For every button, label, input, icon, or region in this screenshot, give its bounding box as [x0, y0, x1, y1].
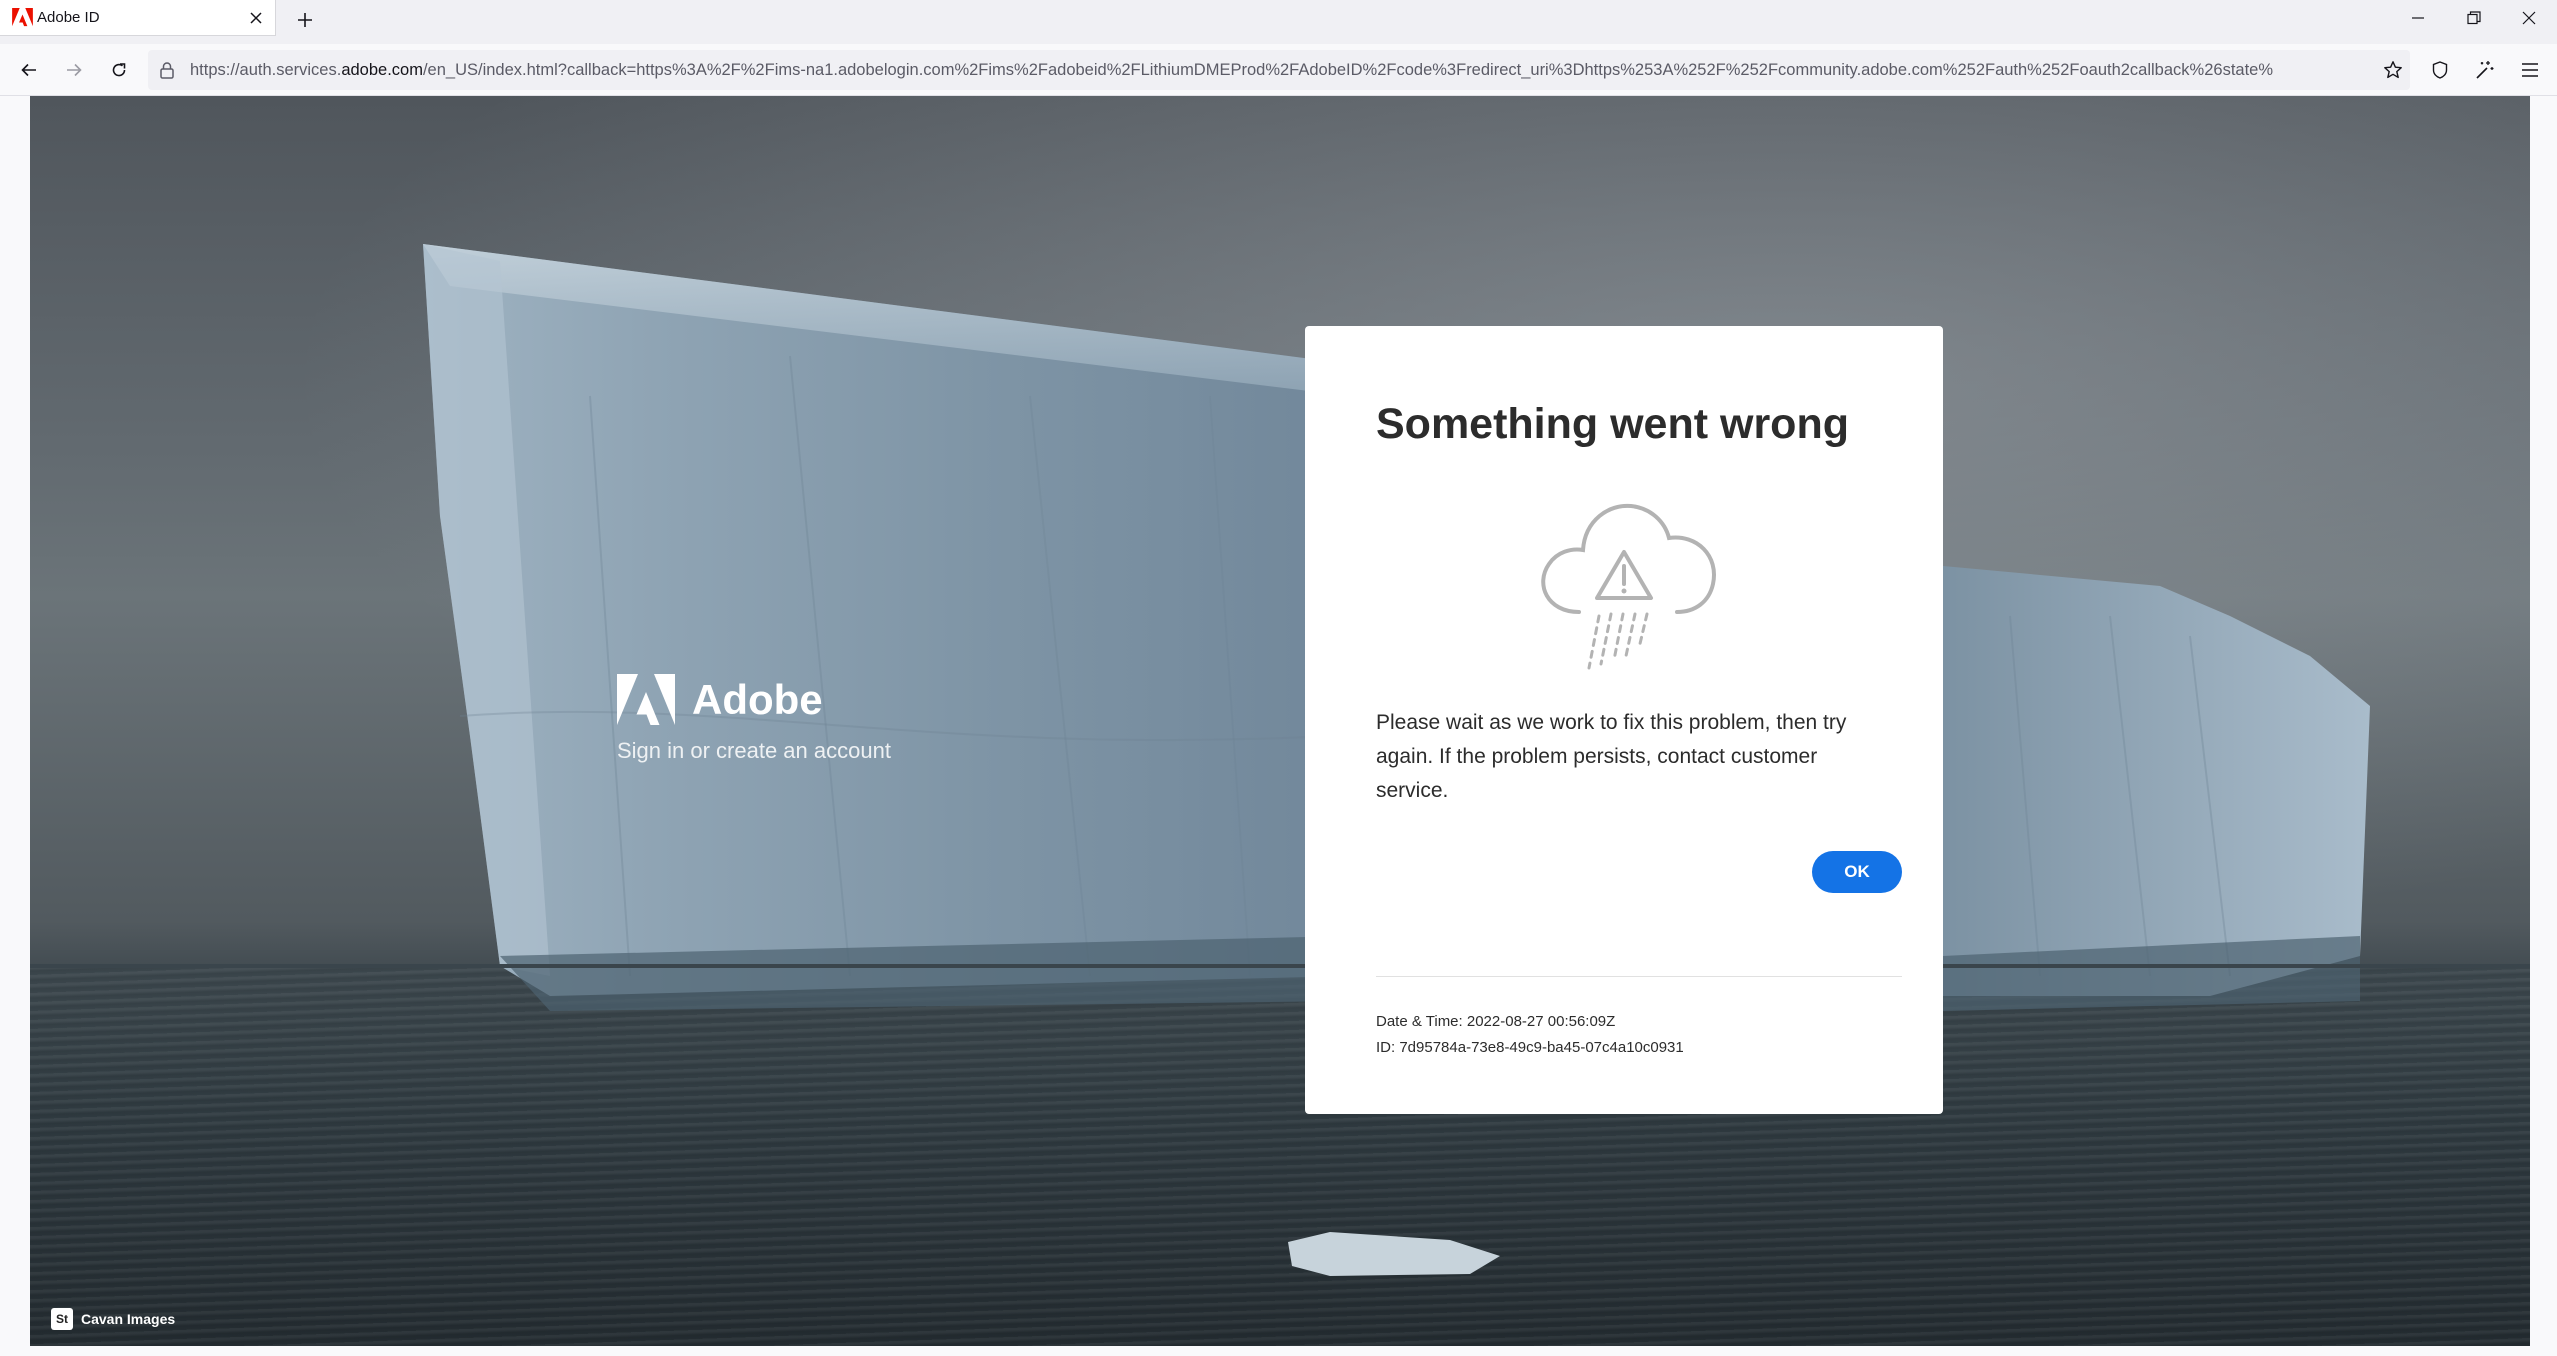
url-domain: adobe.com [341, 61, 423, 79]
url-text[interactable]: https://auth.services.adobe.com/en_US/in… [190, 61, 2370, 80]
error-datetime: Date & Time: 2022-08-27 00:56:09Z [1376, 1013, 1616, 1030]
lock-icon[interactable] [158, 61, 176, 79]
back-button[interactable] [14, 55, 44, 85]
cloud-warning-rain-icon [1541, 503, 1716, 670]
tab-strip: Adobe ID [0, 0, 2557, 44]
browser-tab[interactable]: Adobe ID [0, 0, 276, 36]
ok-button[interactable]: OK [1812, 851, 1902, 893]
plus-icon [298, 13, 312, 27]
adobe-brand: Adobe Sign in or create an account [617, 674, 1017, 774]
page-viewport: Adobe Sign in or create an account St Ca… [30, 96, 2530, 1346]
restore-button[interactable] [2446, 0, 2502, 36]
adobe-logo-icon [617, 674, 675, 725]
star-icon [2384, 61, 2402, 79]
window-close-button[interactable] [2501, 0, 2557, 36]
photo-credit[interactable]: St Cavan Images [51, 1308, 175, 1330]
adobe-logo-icon [12, 8, 33, 27]
hamburger-menu-icon [2522, 63, 2538, 77]
extensions-button[interactable] [2470, 55, 2500, 85]
navigation-toolbar: https://auth.services.adobe.com/en_US/in… [0, 44, 2557, 96]
dialog-message: Please wait as we work to fix this probl… [1376, 711, 1847, 802]
back-arrow-icon [21, 63, 36, 77]
brand-subtitle: Sign in or create an account [617, 738, 891, 763]
tracking-protection-button[interactable] [2425, 55, 2455, 85]
dialog-divider [1376, 976, 1902, 977]
iceberg-background-image [30, 244, 2530, 1276]
forward-button[interactable] [59, 55, 89, 85]
tab-title: Adobe ID [37, 9, 100, 26]
brand-name: Adobe [692, 676, 823, 723]
dialog-title: Something went wrong [1376, 400, 1849, 448]
minimize-icon [2412, 17, 2424, 19]
close-icon [250, 12, 262, 24]
url-prefix: https://auth.services. [190, 61, 342, 79]
minimize-button[interactable] [2390, 0, 2446, 36]
photo-credit-text: Cavan Images [81, 1311, 176, 1327]
app-menu-button[interactable] [2515, 55, 2545, 85]
magic-wand-icon [2476, 61, 2494, 79]
reload-icon [112, 63, 126, 77]
url-path: /en_US/index.html?callback=https%3A%2F%2… [422, 61, 2274, 79]
new-tab-button[interactable] [290, 5, 320, 35]
forward-arrow-icon [67, 63, 82, 77]
reload-button[interactable] [104, 55, 134, 85]
bookmark-button[interactable] [2378, 55, 2408, 85]
adobe-stock-icon: St [51, 1308, 73, 1330]
address-bar[interactable]: https://auth.services.adobe.com/en_US/in… [148, 50, 2410, 90]
error-id: ID: 7d95784a-73e8-49c9-ba45-07c4a10c0931 [1376, 1039, 1684, 1056]
tab-close-button[interactable] [245, 7, 267, 29]
restore-icon [2467, 11, 2481, 25]
error-dialog: Something went wrong Please wait as we w… [1305, 326, 1943, 1114]
shield-icon [2432, 61, 2448, 79]
error-details: Date & Time: 2022-08-27 00:56:09Z ID: 7d… [1376, 1009, 1684, 1061]
close-icon [2522, 11, 2536, 25]
